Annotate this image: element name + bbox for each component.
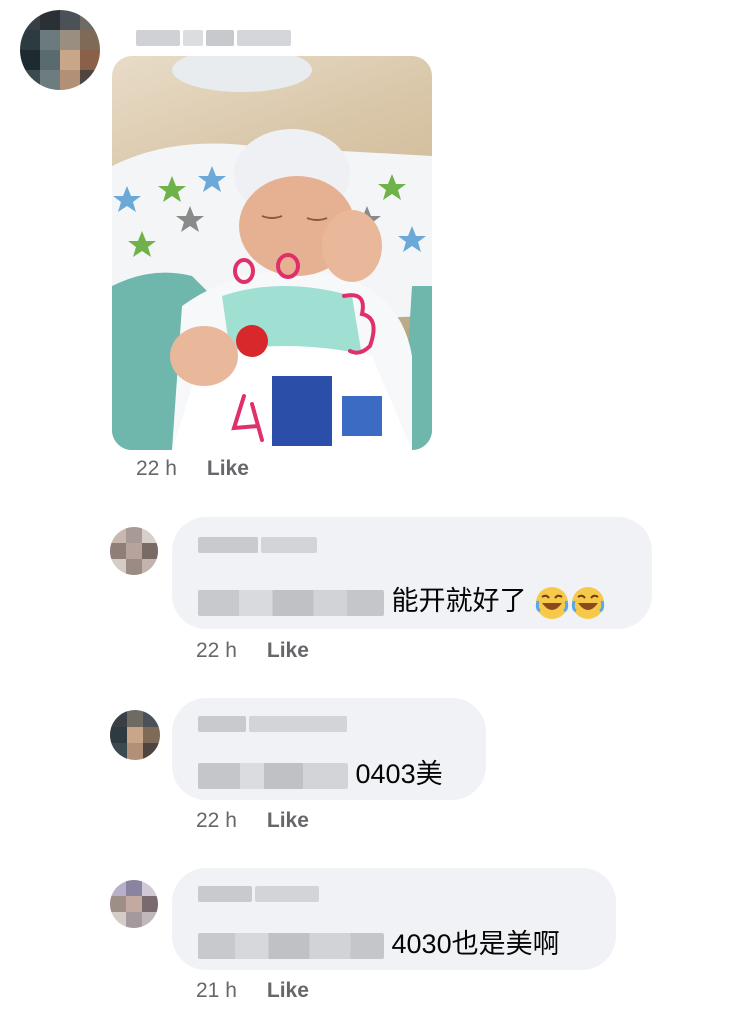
laughing-emoji-icon bbox=[571, 586, 605, 619]
reply-author-name[interactable] bbox=[198, 535, 317, 555]
comment-meta: 22 h Like bbox=[136, 457, 249, 481]
avatar[interactable] bbox=[110, 710, 160, 760]
avatar[interactable] bbox=[110, 880, 158, 928]
reply-text: 4030也是美啊 bbox=[198, 922, 560, 961]
reply-text: 0403美 bbox=[198, 752, 443, 791]
mention-tag[interactable] bbox=[198, 932, 384, 959]
like-button[interactable]: Like bbox=[207, 457, 249, 480]
reply-author-name[interactable] bbox=[198, 884, 319, 904]
reply-meta: 22 h Like bbox=[196, 809, 309, 833]
baby-photo-image bbox=[112, 56, 432, 450]
reply-text: 能开就好了 bbox=[198, 579, 606, 621]
timestamp: 22 h bbox=[196, 639, 237, 662]
like-button[interactable]: Like bbox=[267, 639, 309, 662]
comment-photo[interactable] bbox=[112, 56, 432, 450]
reply-bubble[interactable]: 能开就好了 bbox=[172, 517, 652, 629]
laughing-emoji-icon bbox=[535, 586, 569, 619]
timestamp: 21 h bbox=[196, 979, 237, 1002]
mention-tag[interactable] bbox=[198, 589, 384, 616]
timestamp: 22 h bbox=[136, 457, 177, 480]
like-button[interactable]: Like bbox=[267, 979, 309, 1002]
timestamp: 22 h bbox=[196, 809, 237, 832]
author-name[interactable] bbox=[136, 28, 291, 48]
reply-message: 能开就好了 bbox=[391, 586, 527, 616]
reply-message: 4030也是美啊 bbox=[391, 929, 560, 959]
reply-meta: 22 h Like bbox=[196, 639, 309, 663]
avatar[interactable] bbox=[110, 527, 158, 575]
reply-author-name[interactable] bbox=[198, 714, 347, 734]
avatar[interactable] bbox=[20, 10, 100, 90]
like-button[interactable]: Like bbox=[267, 809, 309, 832]
reply-bubble[interactable]: 4030也是美啊 bbox=[172, 868, 616, 970]
mention-tag[interactable] bbox=[198, 762, 348, 789]
reply-meta: 21 h Like bbox=[196, 979, 309, 1003]
reply-bubble[interactable]: 0403美 bbox=[172, 698, 486, 800]
reply-message: 0403美 bbox=[355, 759, 443, 789]
